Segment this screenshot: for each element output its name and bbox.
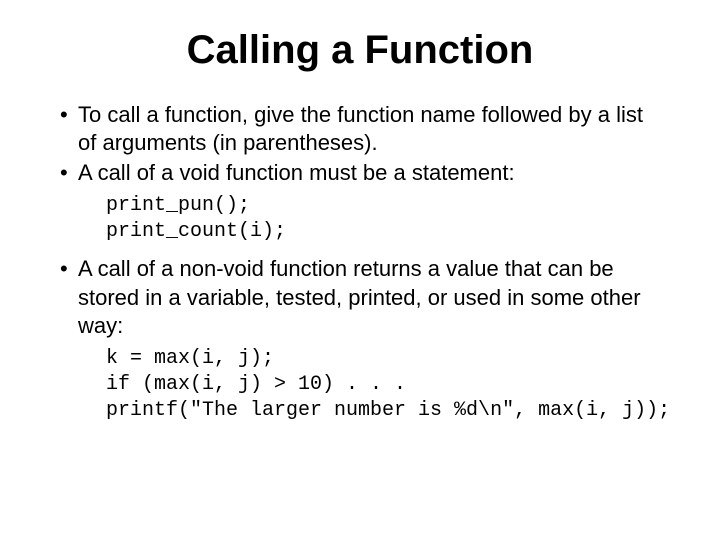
bullet-item: • A call of a void function must be a st… — [60, 159, 660, 187]
bullet-item: • A call of a non-void function returns … — [60, 255, 660, 339]
bullet-text: A call of a void function must be a stat… — [78, 159, 660, 187]
bullet-text: A call of a non-void function returns a … — [78, 255, 660, 339]
code-block: k = max(i, j); if (max(i, j) > 10) . . .… — [106, 346, 660, 424]
slide-title: Calling a Function — [60, 28, 660, 73]
bullet-dot: • — [60, 159, 78, 187]
bullet-dot: • — [60, 255, 78, 339]
code-block: print_pun(); print_count(i); — [106, 193, 660, 245]
bullet-item: • To call a function, give the function … — [60, 101, 660, 157]
slide: Calling a Function • To call a function,… — [0, 0, 720, 540]
bullet-dot: • — [60, 101, 78, 157]
body: • To call a function, give the function … — [60, 101, 660, 424]
bullet-text: To call a function, give the function na… — [78, 101, 660, 157]
